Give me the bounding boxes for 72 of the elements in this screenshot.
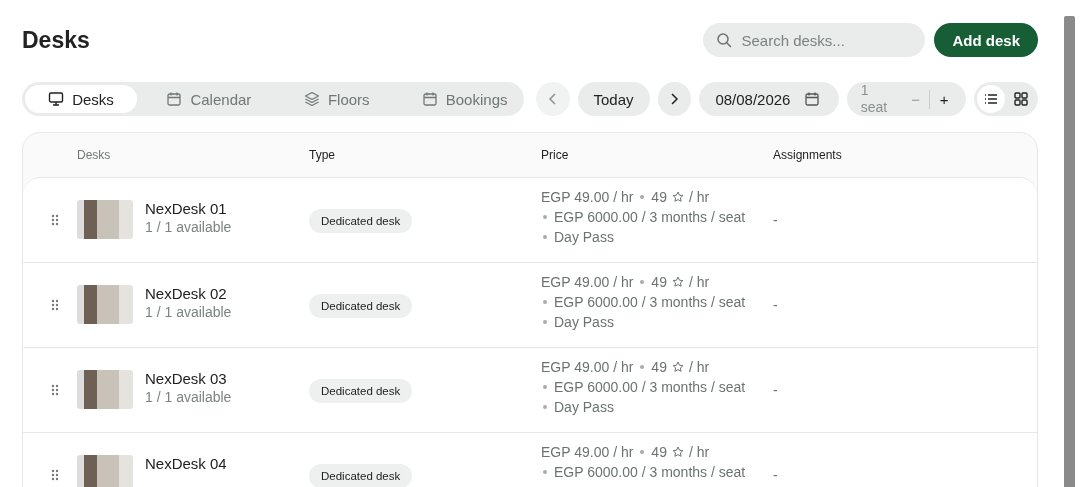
calendar-icon xyxy=(166,91,183,107)
date-field[interactable]: 08/08/2026 xyxy=(699,82,839,116)
grid-icon xyxy=(1014,92,1028,106)
credit-unit: / hr xyxy=(688,359,710,375)
column-header: Assignments xyxy=(773,148,843,162)
credit-price: 49 xyxy=(651,444,667,460)
desk-name: NexDesk 01 xyxy=(145,200,228,217)
price-option: EGP 6000.00 / 3 months / seat xyxy=(554,209,746,225)
increase-button[interactable]: + xyxy=(930,89,958,109)
add-desk-button[interactable]: Add desk xyxy=(934,23,1038,57)
price-option: EGP 6000.00 / 3 months / seat xyxy=(554,294,746,310)
star-icon xyxy=(671,361,684,373)
type-badge: Dedicated desk xyxy=(309,464,413,487)
type-badge: Dedicated desk xyxy=(309,379,413,403)
page-title: Desks xyxy=(22,26,90,54)
credit-unit: / hr xyxy=(688,189,710,205)
hourly-price: EGP 49.00 / hr xyxy=(541,189,634,205)
tab[interactable]: Desks xyxy=(25,85,137,113)
tab[interactable]: Floors xyxy=(280,85,393,113)
desk-name: NexDesk 02 xyxy=(145,285,228,302)
column-header: Price xyxy=(541,148,570,162)
list-icon xyxy=(984,92,998,106)
credit-price: 49 xyxy=(651,274,667,290)
column-header: Type xyxy=(309,148,336,162)
assignments-value: - xyxy=(773,382,778,398)
credit-price: 49 xyxy=(651,359,667,375)
photo-placeholder xyxy=(77,370,133,409)
monitor-icon xyxy=(48,91,65,107)
availability-text: 1 / 1 available xyxy=(145,219,232,235)
type-badge: Dedicated desk xyxy=(309,209,413,233)
price-option: EGP 6000.00 / 3 months / seat xyxy=(554,464,746,480)
type-badge: Dedicated desk xyxy=(309,294,413,318)
price-option: Day Pass xyxy=(554,399,614,415)
scrollbar[interactable] xyxy=(1064,16,1075,487)
availability-text: 1 / 1 available xyxy=(145,304,232,320)
photo-placeholder xyxy=(77,200,133,239)
today-button[interactable]: Today xyxy=(577,82,650,116)
drag-handle-icon[interactable] xyxy=(51,384,59,396)
star-icon xyxy=(671,276,684,288)
tab[interactable]: Calendar xyxy=(152,85,265,113)
next-button[interactable] xyxy=(657,82,692,116)
photo-placeholder xyxy=(77,455,133,487)
search-field[interactable]: Search desks... xyxy=(703,23,926,57)
price-option: Day Pass xyxy=(554,229,614,245)
drag-handle-icon[interactable] xyxy=(51,214,59,226)
availability-text: 1 / 1 available xyxy=(145,389,232,405)
hourly-price: EGP 49.00 / hr xyxy=(541,359,634,375)
credit-unit: / hr xyxy=(688,444,710,460)
tab[interactable]: Bookings xyxy=(408,85,521,113)
drag-handle-icon[interactable] xyxy=(51,299,59,311)
desk-name: NexDesk 04 xyxy=(145,455,227,472)
calendar-icon xyxy=(421,91,438,107)
drag-handle-icon[interactable] xyxy=(51,469,59,481)
chevron-left-icon xyxy=(547,93,558,105)
desk-name: NexDesk 03 xyxy=(145,370,228,387)
photo-placeholder xyxy=(77,285,133,324)
chevron-right-icon xyxy=(669,93,680,105)
assignments-value: - xyxy=(773,467,778,483)
layers-icon xyxy=(303,91,320,107)
column-header: Desks xyxy=(76,148,112,162)
assignments-value: - xyxy=(773,297,778,313)
hourly-price: EGP 49.00 / hr xyxy=(541,274,634,290)
hourly-price: EGP 49.00 / hr xyxy=(541,444,634,460)
price-option: EGP 6000.00 / 3 months / seat xyxy=(554,379,746,395)
credit-unit: / hr xyxy=(688,274,710,290)
star-icon xyxy=(671,446,684,458)
star-icon xyxy=(671,191,684,203)
credit-price: 49 xyxy=(651,189,667,205)
price-option: Day Pass xyxy=(554,314,614,330)
assignments-value: - xyxy=(773,212,778,228)
list-view-button[interactable] xyxy=(977,85,1005,113)
calendar-icon xyxy=(804,91,821,107)
